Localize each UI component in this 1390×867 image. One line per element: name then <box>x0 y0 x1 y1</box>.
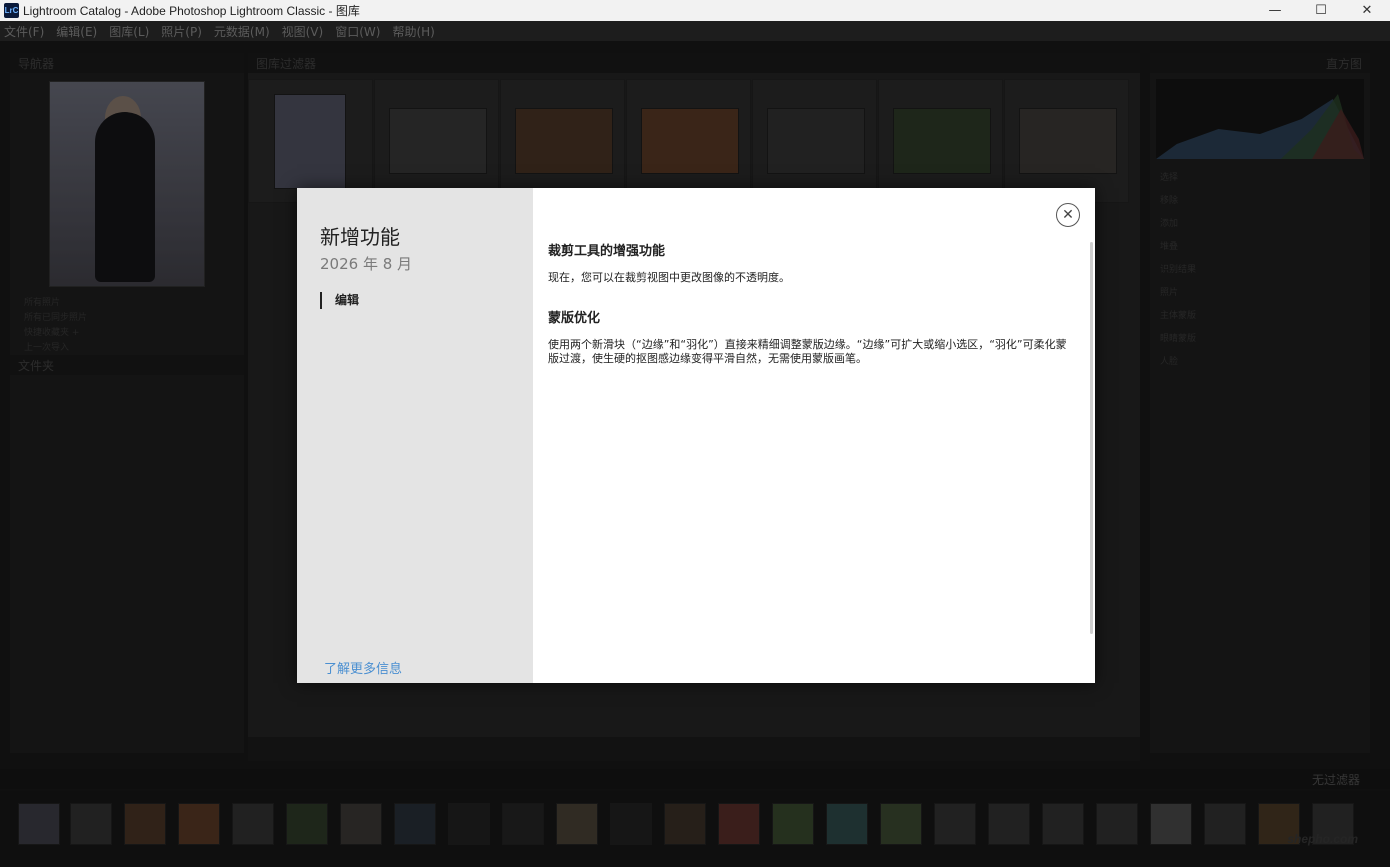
mask-section-body: 使用两个新滑块（“边缘”和“羽化”）直接来精细调整蒙版边缘。“边缘”可扩大或缩小… <box>548 338 1067 365</box>
menu-help[interactable]: 帮助(H) <box>392 23 434 40</box>
mask-section-heading: 蒙版优化 <box>548 311 601 326</box>
crop-section-heading: 裁剪工具的增强功能 <box>548 244 666 259</box>
window-titlebar: LrC Lightroom Catalog - Adobe Photoshop … <box>0 0 1390 21</box>
dialog-content: 裁剪工具的增强功能 现在，您可以在裁剪视图中更改图像的不透明度。 蒙版优化 使用… <box>548 240 1070 388</box>
menu-window[interactable]: 窗口(W) <box>335 23 380 40</box>
close-icon[interactable]: ✕ <box>1056 203 1080 227</box>
menu-bar: 文件(F) 编辑(E) 图库(L) 照片(P) 元数据(M) 视图(V) 窗口(… <box>0 21 1390 41</box>
maximize-button[interactable]: ☐ <box>1298 0 1344 21</box>
dialog-title: 新增功能 <box>320 225 400 249</box>
close-window-button[interactable]: ✕ <box>1344 0 1390 21</box>
window-title: Lightroom Catalog - Adobe Photoshop Ligh… <box>23 4 360 18</box>
menu-library[interactable]: 图库(L) <box>109 23 149 40</box>
minimize-button[interactable]: — <box>1252 0 1298 21</box>
nav-item-edit[interactable]: 编辑 <box>320 292 359 309</box>
window-controls: — ☐ ✕ <box>1252 0 1390 21</box>
menu-metadata[interactable]: 元数据(M) <box>214 23 270 40</box>
dialog-sidebar: 新增功能 2026 年 8 月 编辑 了解更多信息 <box>297 188 533 683</box>
menu-photo[interactable]: 照片(P) <box>161 23 202 40</box>
whats-new-dialog: 新增功能 2026 年 8 月 编辑 了解更多信息 ✕ 裁剪工具的增强功能 现在… <box>297 188 1095 683</box>
crop-section-body: 现在，您可以在裁剪视图中更改图像的不透明度。 <box>548 271 790 284</box>
lightroom-app-icon: LrC <box>4 3 19 18</box>
menu-file[interactable]: 文件(F) <box>4 23 44 40</box>
release-date: 2026 年 8 月 <box>320 255 413 273</box>
menu-view[interactable]: 视图(V) <box>282 23 324 40</box>
learn-more-link[interactable]: 了解更多信息 <box>324 658 402 677</box>
menu-edit[interactable]: 编辑(E) <box>56 23 97 40</box>
dialog-scrollbar[interactable] <box>1090 242 1093 634</box>
